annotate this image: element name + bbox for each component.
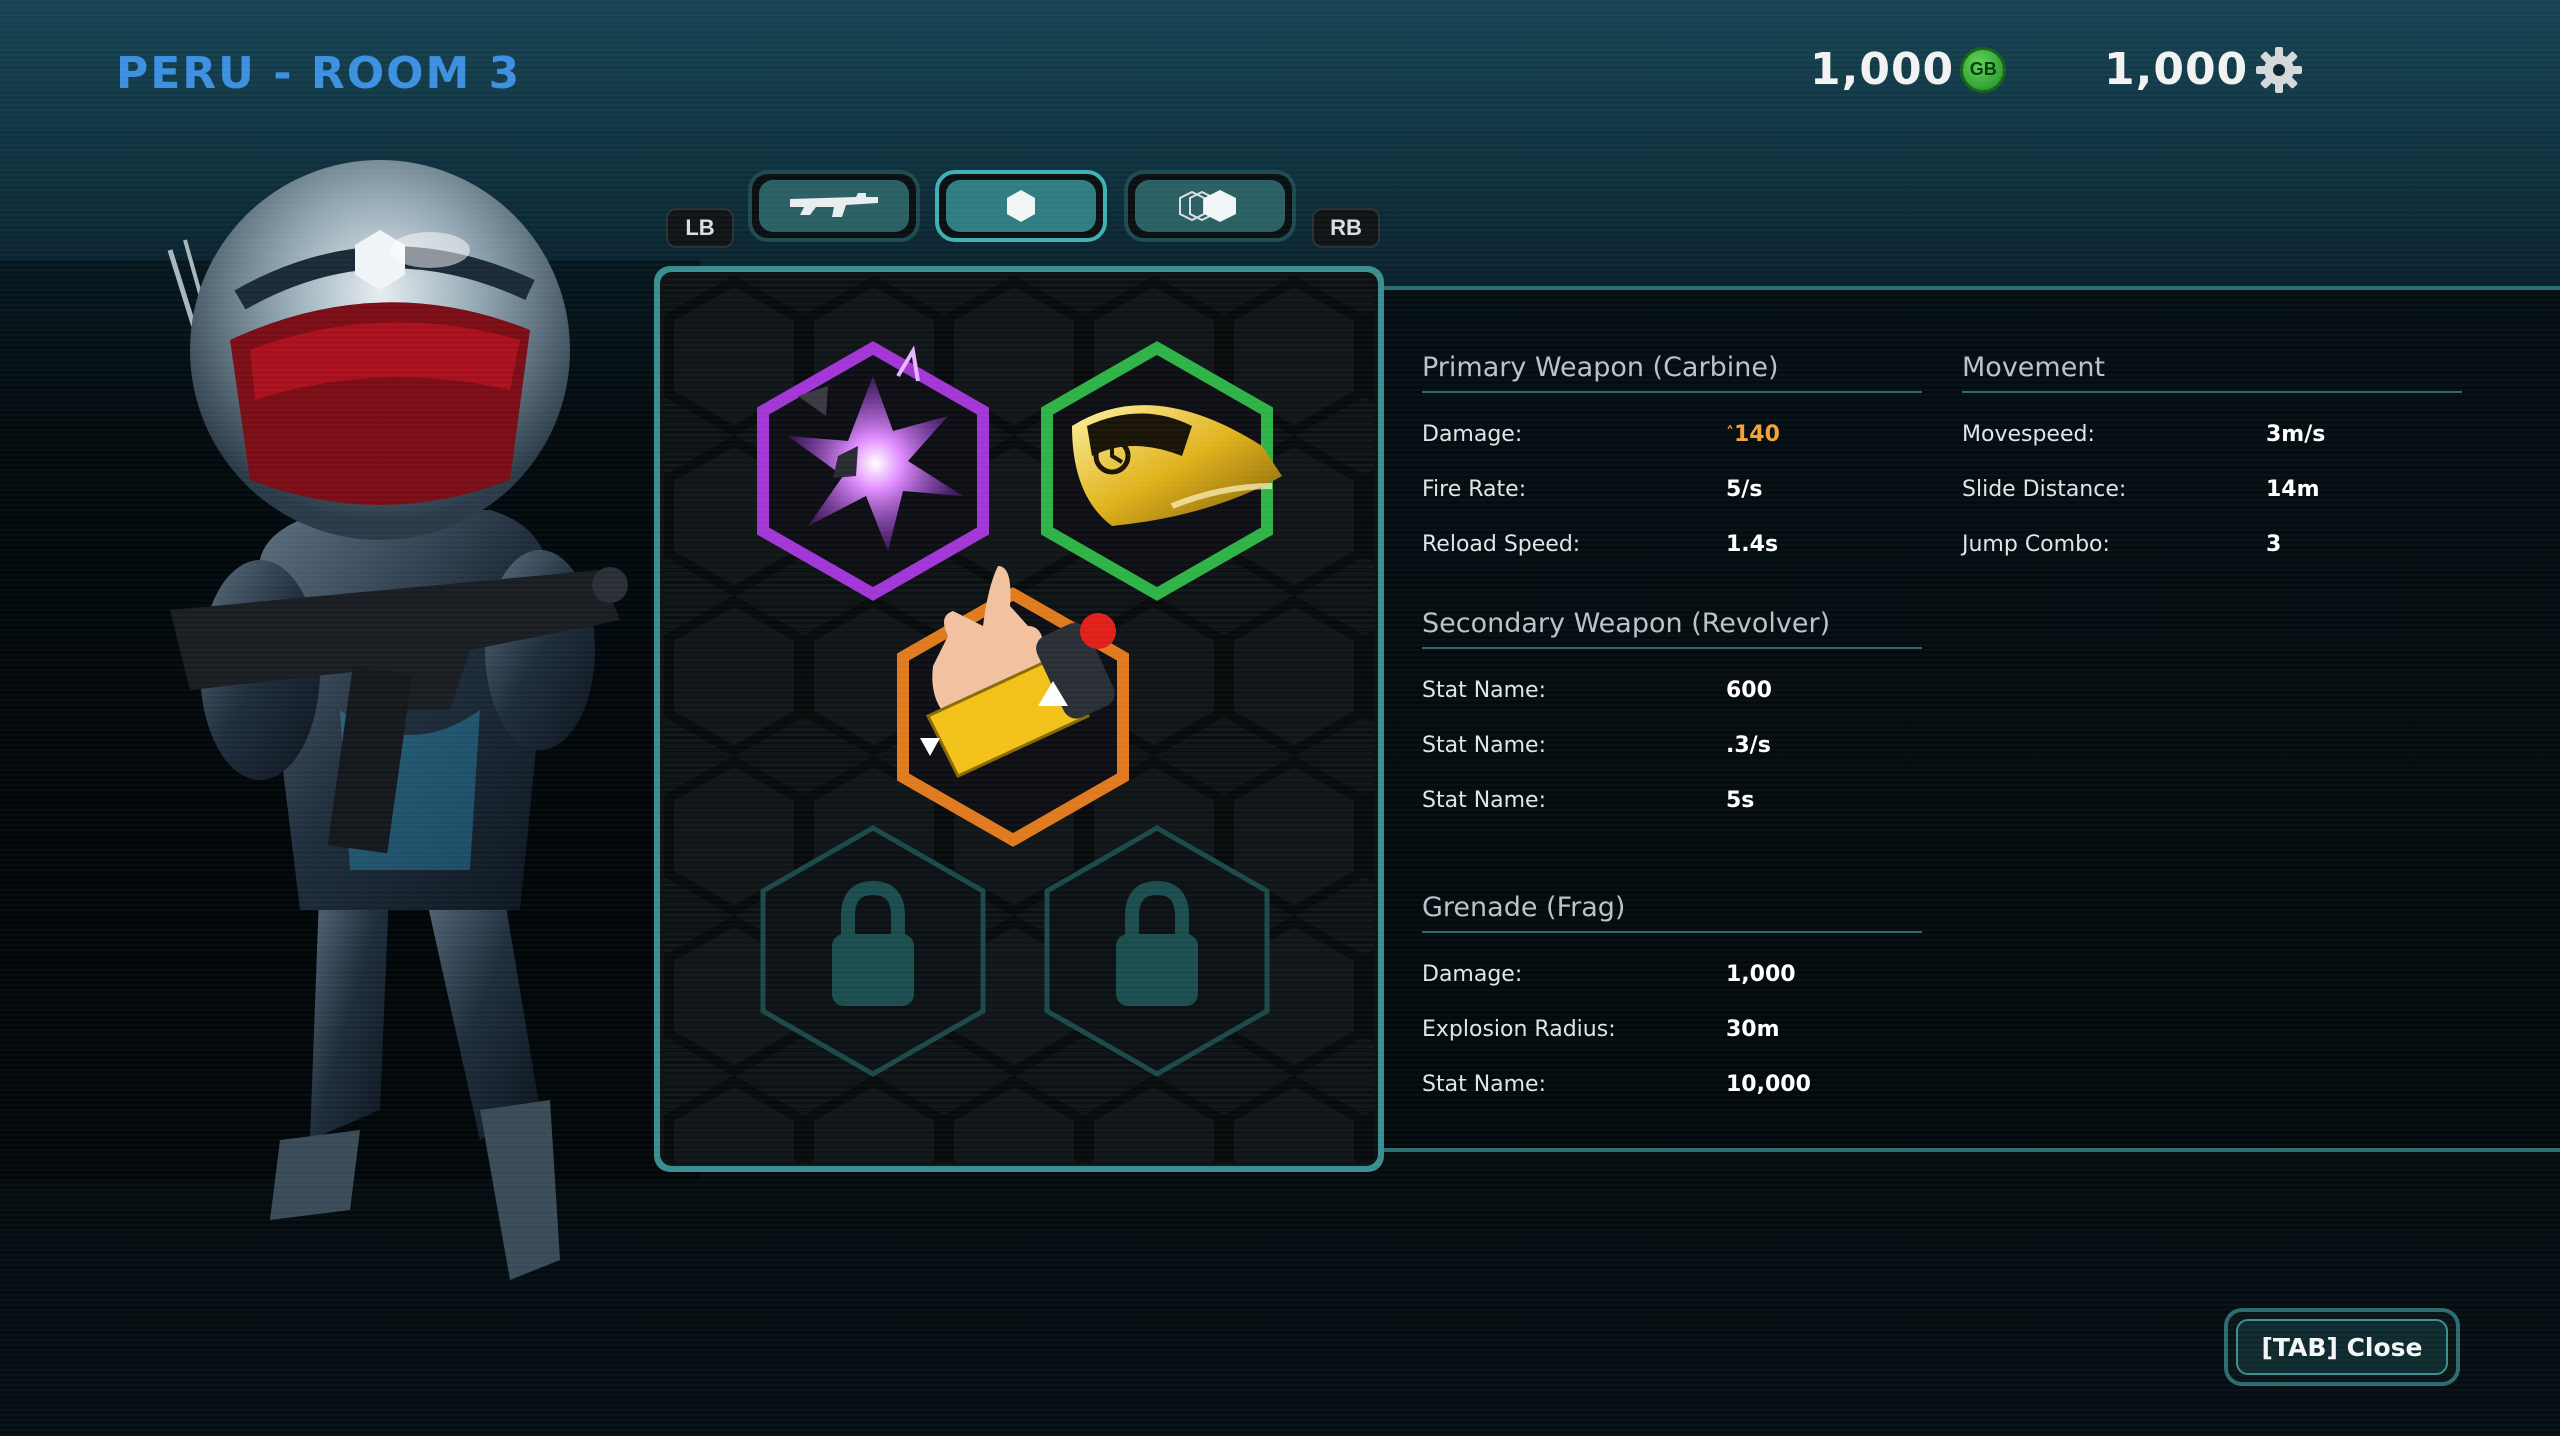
stat-label: Movespeed: — [1962, 422, 2095, 447]
stat-label: Damage: — [1422, 962, 1523, 987]
stat-row: Stat Name: 10,000 — [1422, 1057, 1922, 1112]
stat-label: Slide Distance: — [1962, 477, 2127, 502]
loadout-slot-3[interactable] — [888, 566, 1138, 856]
stat-row: Fire Rate: 5/s — [1422, 462, 1922, 517]
currency-gb-value: 1,000 — [1810, 44, 1955, 95]
lb-button[interactable]: LB — [666, 208, 734, 248]
stat-row: Damage: ˄140 — [1422, 407, 1922, 462]
tab-perks[interactable] — [1124, 170, 1296, 242]
movement-section: Movement Movespeed: 3m/s Slide Distance:… — [1962, 352, 2462, 572]
stat-label: Stat Name: — [1422, 1072, 1547, 1097]
stat-label: Jump Combo: — [1962, 532, 2110, 557]
stat-row: Jump Combo: 3 — [1962, 517, 2462, 572]
stat-label: Stat Name: — [1422, 788, 1547, 813]
stat-row: Reload Speed: 1.4s — [1422, 517, 1922, 572]
loadout-slot-4[interactable] — [748, 816, 998, 1086]
stat-row: Movespeed: 3m/s — [1962, 407, 2462, 462]
stat-row: Stat Name: 5s — [1422, 773, 1922, 828]
stat-value: 3 — [2266, 532, 2282, 557]
stat-label: Fire Rate: — [1422, 477, 1527, 502]
stat-row: Stat Name: 600 — [1422, 663, 1922, 718]
up-arrow-icon: ˄ — [1726, 423, 1734, 442]
stat-row: Slide Distance: 14m — [1962, 462, 2462, 517]
close-button[interactable]: [TAB] Close — [2224, 1308, 2460, 1386]
section-title: Secondary Weapon (Revolver) — [1422, 608, 1922, 649]
stat-value: 14m — [2266, 477, 2320, 502]
stat-value: 5/s — [1726, 477, 1763, 502]
stat-value: 10,000 — [1726, 1072, 1811, 1097]
stat-value: 3m/s — [2266, 422, 2326, 447]
stat-label: Reload Speed: — [1422, 532, 1581, 557]
stat-value: 30m — [1726, 1017, 1780, 1042]
tab-weapons[interactable] — [748, 170, 920, 242]
grenade-section: Grenade (Frag) Damage: 1,000 Explosion R… — [1422, 892, 1922, 1112]
stat-value: 5s — [1726, 788, 1755, 813]
stat-label: Stat Name: — [1422, 678, 1547, 703]
primary-weapon-section: Primary Weapon (Carbine) Damage: ˄140 Fi… — [1422, 352, 1922, 572]
stats-panel: Primary Weapon (Carbine) Damage: ˄140 Fi… — [1384, 286, 2560, 1152]
currency-gear-value: 1,000 — [2104, 44, 2249, 95]
stat-label: Explosion Radius: — [1422, 1017, 1616, 1042]
loadout-slot-5[interactable] — [1032, 816, 1282, 1086]
stat-value: 1,000 — [1726, 962, 1796, 987]
section-title: Movement — [1962, 352, 2462, 393]
section-title: Primary Weapon (Carbine) — [1422, 352, 1922, 393]
loadout-panel — [654, 266, 1384, 1172]
section-title: Grenade (Frag) — [1422, 892, 1922, 933]
stat-row: Stat Name: .3/s — [1422, 718, 1922, 773]
currency-gear: 1,000 — [2104, 44, 2304, 95]
stat-value: 600 — [1726, 678, 1772, 703]
rifle-icon — [790, 193, 878, 217]
rb-button[interactable]: RB — [1312, 208, 1380, 248]
page-title: PERU - ROOM 3 — [116, 48, 522, 99]
stat-value: .3/s — [1726, 733, 1771, 758]
gear-icon — [2256, 46, 2303, 93]
character-model — [167, 160, 628, 1280]
stat-value: 1.4s — [1726, 532, 1779, 557]
stat-value: ˄140 — [1726, 422, 1780, 447]
gb-coin-icon: GB — [1960, 46, 2007, 93]
close-button-label: [TAB] Close — [2236, 1319, 2448, 1375]
hexagon-icon — [1007, 190, 1035, 222]
hexagon-stack-icon — [1179, 190, 1236, 222]
stat-row: Damage: 1,000 — [1422, 947, 1922, 1002]
stat-label: Damage: — [1422, 422, 1523, 447]
secondary-weapon-section: Secondary Weapon (Revolver) Stat Name: 6… — [1422, 608, 1922, 828]
currency-gb: 1,000 GB — [1810, 44, 2007, 95]
stat-row: Explosion Radius: 30m — [1422, 1002, 1922, 1057]
tab-abilities[interactable] — [935, 170, 1107, 242]
stat-label: Stat Name: — [1422, 733, 1547, 758]
